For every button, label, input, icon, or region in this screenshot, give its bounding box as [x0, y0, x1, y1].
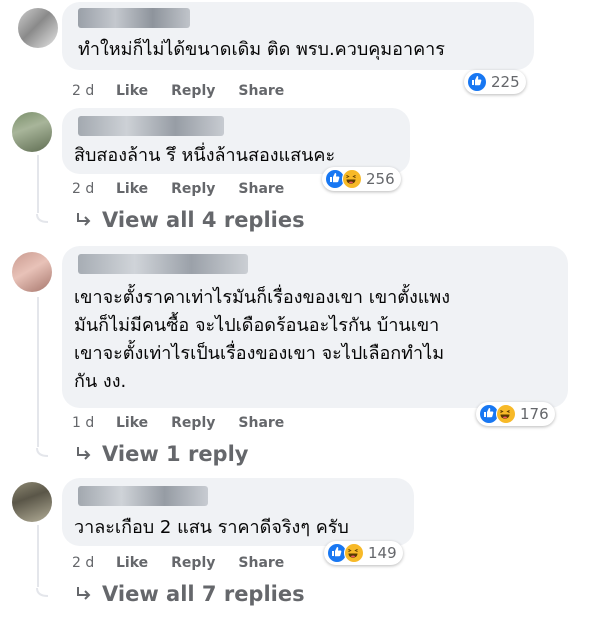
reaction-summary[interactable]: 256: [322, 167, 401, 191]
view-replies-link[interactable]: View all 4 replies: [76, 208, 305, 232]
comment-bubble: เขาจะตั้งราคาเท่าไรมันก็เรื่องของเขา เขา…: [62, 246, 568, 408]
comment-actions: 2 d Like Reply Share: [72, 555, 307, 571]
thread-line: [37, 155, 39, 213]
author-name-blurred[interactable]: [78, 486, 208, 506]
view-replies-link[interactable]: View all 7 replies: [76, 582, 305, 606]
reaction-summary[interactable]: 225: [464, 70, 526, 94]
comment-actions: 2 d Like Reply Share: [72, 83, 307, 99]
comment-actions: 1 d Like Reply Share: [72, 415, 307, 431]
reply-arrow-icon: [77, 213, 91, 226]
comment-text: ทำใหม่ก็ไม่ได้ขนาดเดิม ติด พรบ.ควบคุมอาค…: [78, 39, 445, 60]
thread-elbow: [36, 214, 49, 223]
comment-actions: 2 d Like Reply Share: [72, 181, 307, 197]
share-button[interactable]: Share: [238, 555, 284, 571]
author-name-blurred[interactable]: [78, 8, 190, 28]
haha-reaction-icon: [496, 404, 516, 424]
view-replies-link[interactable]: View 1 reply: [76, 442, 248, 466]
reaction-summary[interactable]: 149: [324, 541, 403, 565]
avatar[interactable]: [12, 112, 52, 152]
reply-arrow-icon: [77, 447, 91, 460]
share-button[interactable]: Share: [238, 415, 284, 431]
like-button[interactable]: Like: [116, 415, 148, 431]
author-name-blurred[interactable]: [78, 116, 224, 136]
comment-bubble: ทำใหม่ก็ไม่ได้ขนาดเดิม ติด พรบ.ควบคุมอาค…: [62, 2, 534, 70]
thread-elbow: [36, 588, 49, 597]
avatar[interactable]: [12, 252, 52, 292]
thread-elbow: [36, 448, 49, 457]
comment-text: วาละเกือบ 2 แสน ราคาดีจริงๆ ครับ: [74, 517, 349, 538]
author-name-blurred[interactable]: [78, 254, 248, 274]
like-button[interactable]: Like: [116, 181, 148, 197]
haha-reaction-icon: [342, 169, 362, 189]
timestamp[interactable]: 1 d: [72, 415, 116, 431]
comment-bubble: สิบสองล้าน รึ หนึ่งล้านสองแสนคะ: [62, 108, 410, 174]
avatar[interactable]: [18, 8, 58, 48]
reply-arrow-icon: [77, 587, 91, 600]
timestamp[interactable]: 2 d: [72, 555, 116, 571]
reaction-summary[interactable]: 176: [476, 402, 555, 426]
share-button[interactable]: Share: [238, 83, 284, 99]
haha-reaction-icon: [344, 543, 364, 563]
thread-line: [37, 525, 39, 587]
like-reaction-icon: [467, 72, 487, 92]
reply-button[interactable]: Reply: [171, 415, 215, 431]
comment-bubble: วาละเกือบ 2 แสน ราคาดีจริงๆ ครับ: [62, 478, 414, 546]
reply-button[interactable]: Reply: [171, 83, 215, 99]
timestamp[interactable]: 2 d: [72, 181, 116, 197]
share-button[interactable]: Share: [238, 181, 284, 197]
like-button[interactable]: Like: [116, 555, 148, 571]
thread-line: [37, 297, 39, 447]
reply-button[interactable]: Reply: [171, 555, 215, 571]
timestamp[interactable]: 2 d: [72, 83, 116, 99]
like-button[interactable]: Like: [116, 83, 148, 99]
avatar[interactable]: [12, 482, 52, 522]
comment-text: เขาจะตั้งราคาเท่าไรมันก็เรื่องของเขา เขา…: [74, 287, 451, 392]
comment-text: สิบสองล้าน รึ หนึ่งล้านสองแสนคะ: [74, 145, 336, 166]
reply-button[interactable]: Reply: [171, 181, 215, 197]
